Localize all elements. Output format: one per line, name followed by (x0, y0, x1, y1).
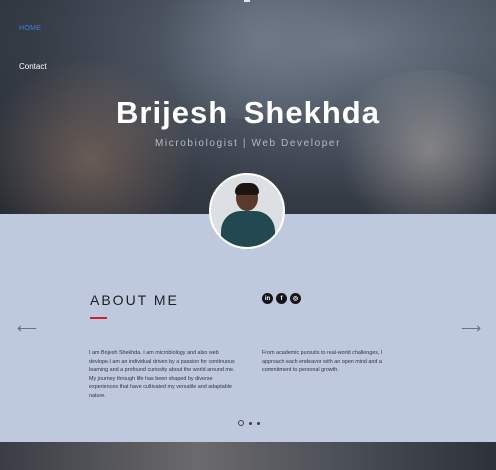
hero-subtitle: Microbiologist | Web Developer (154, 138, 342, 149)
avatar-hair (235, 183, 259, 195)
carousel-dot[interactable] (257, 421, 260, 425)
carousel-next-arrow-icon[interactable]: ⟶ (461, 320, 481, 337)
next-section-preview (0, 442, 496, 470)
top-indicator (244, 0, 250, 2)
carousel-prev-arrow-icon[interactable]: ⟵ (17, 320, 37, 337)
linkedin-icon[interactable]: in (262, 293, 273, 304)
carousel-dot[interactable] (249, 421, 252, 425)
carousel-pagination (238, 420, 260, 426)
facebook-icon[interactable]: f (276, 293, 287, 304)
about-heading: ABOUT ME (90, 292, 179, 308)
avatar-body (221, 211, 275, 247)
instagram-icon[interactable]: ◎ (290, 293, 301, 304)
about-paragraph-left: I am Brijesh Shekhda. I am microbiology … (89, 350, 235, 399)
carousel-dot[interactable] (238, 420, 244, 426)
about-paragraph-right: From academic pursuits to real-world cha… (262, 350, 383, 373)
profile-avatar (209, 173, 285, 249)
hero-name: Brijesh Shekhda (116, 95, 380, 130)
social-links: in f ◎ (262, 293, 301, 304)
nav-home-link[interactable]: HOME (19, 25, 41, 32)
about-heading-underline (90, 317, 107, 319)
nav-contact-link[interactable]: Contact (19, 62, 47, 71)
